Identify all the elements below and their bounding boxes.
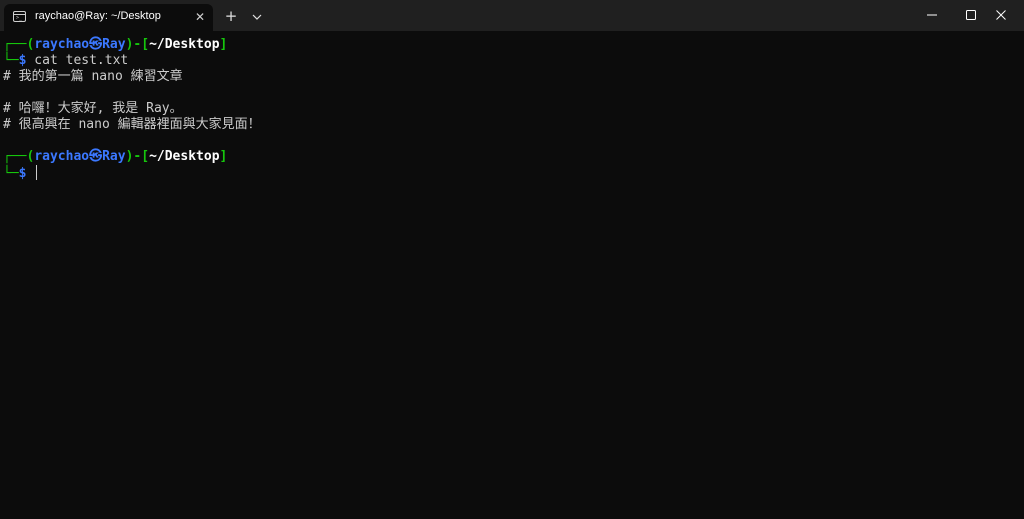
prompt-line-1: ┌──(raychao㉿Ray)-[~/Desktop] (3, 37, 1024, 53)
tab-terminal[interactable]: >_ raychao@Ray: ~/Desktop ✕ (4, 4, 213, 31)
output-line: # 我的第一篇 nano 練習文章 (3, 69, 183, 84)
title-bar: >_ raychao@Ray: ~/Desktop ✕ + (0, 0, 1024, 31)
prompt-path: ~/Desktop (149, 37, 220, 52)
terminal-output[interactable]: ┌──(raychao㉿Ray)-[~/Desktop] └─$ cat tes… (0, 31, 1024, 519)
tab-dropdown-button[interactable] (248, 8, 266, 26)
prompt-frame: ┌──( (3, 37, 35, 52)
prompt-frame: ] (219, 149, 228, 164)
maximize-icon (966, 10, 976, 20)
prompt-frame: └─ (3, 53, 19, 68)
prompt-frame: ┌──( (3, 149, 35, 164)
tab-title: raychao@Ray: ~/Desktop (35, 10, 161, 22)
terminal-icon: >_ (13, 11, 26, 22)
minimize-icon (927, 14, 937, 16)
prompt-frame: └─ (3, 166, 19, 181)
command-text: cat test.txt (26, 53, 129, 68)
output-line: # 哈囉！大家好, 我是 Ray。 (3, 101, 183, 116)
close-icon (996, 10, 1006, 20)
text-cursor (36, 165, 38, 180)
prompt-user-host: raychao㉿Ray (34, 149, 126, 164)
chevron-down-icon (252, 14, 262, 20)
command-line-2[interactable]: └─$ (3, 165, 1024, 181)
prompt-frame: )-[ (125, 149, 150, 164)
prompt-frame: )-[ (125, 37, 150, 52)
command-input[interactable] (26, 166, 34, 181)
prompt-line-2: ┌──(raychao㉿Ray)-[~/Desktop] (3, 149, 1024, 165)
new-tab-button[interactable]: + (221, 7, 241, 25)
prompt-path: ~/Desktop (149, 149, 220, 164)
close-window-button[interactable] (978, 0, 1024, 31)
prompt-user-host: raychao㉿Ray (34, 37, 126, 52)
output-line: # 很高興在 nano 編輯器裡面與大家見面！ (3, 117, 261, 132)
prompt-frame: ] (219, 37, 228, 52)
command-line-1: └─$ cat test.txt (3, 53, 1024, 69)
tab-close-button[interactable]: ✕ (192, 9, 208, 25)
